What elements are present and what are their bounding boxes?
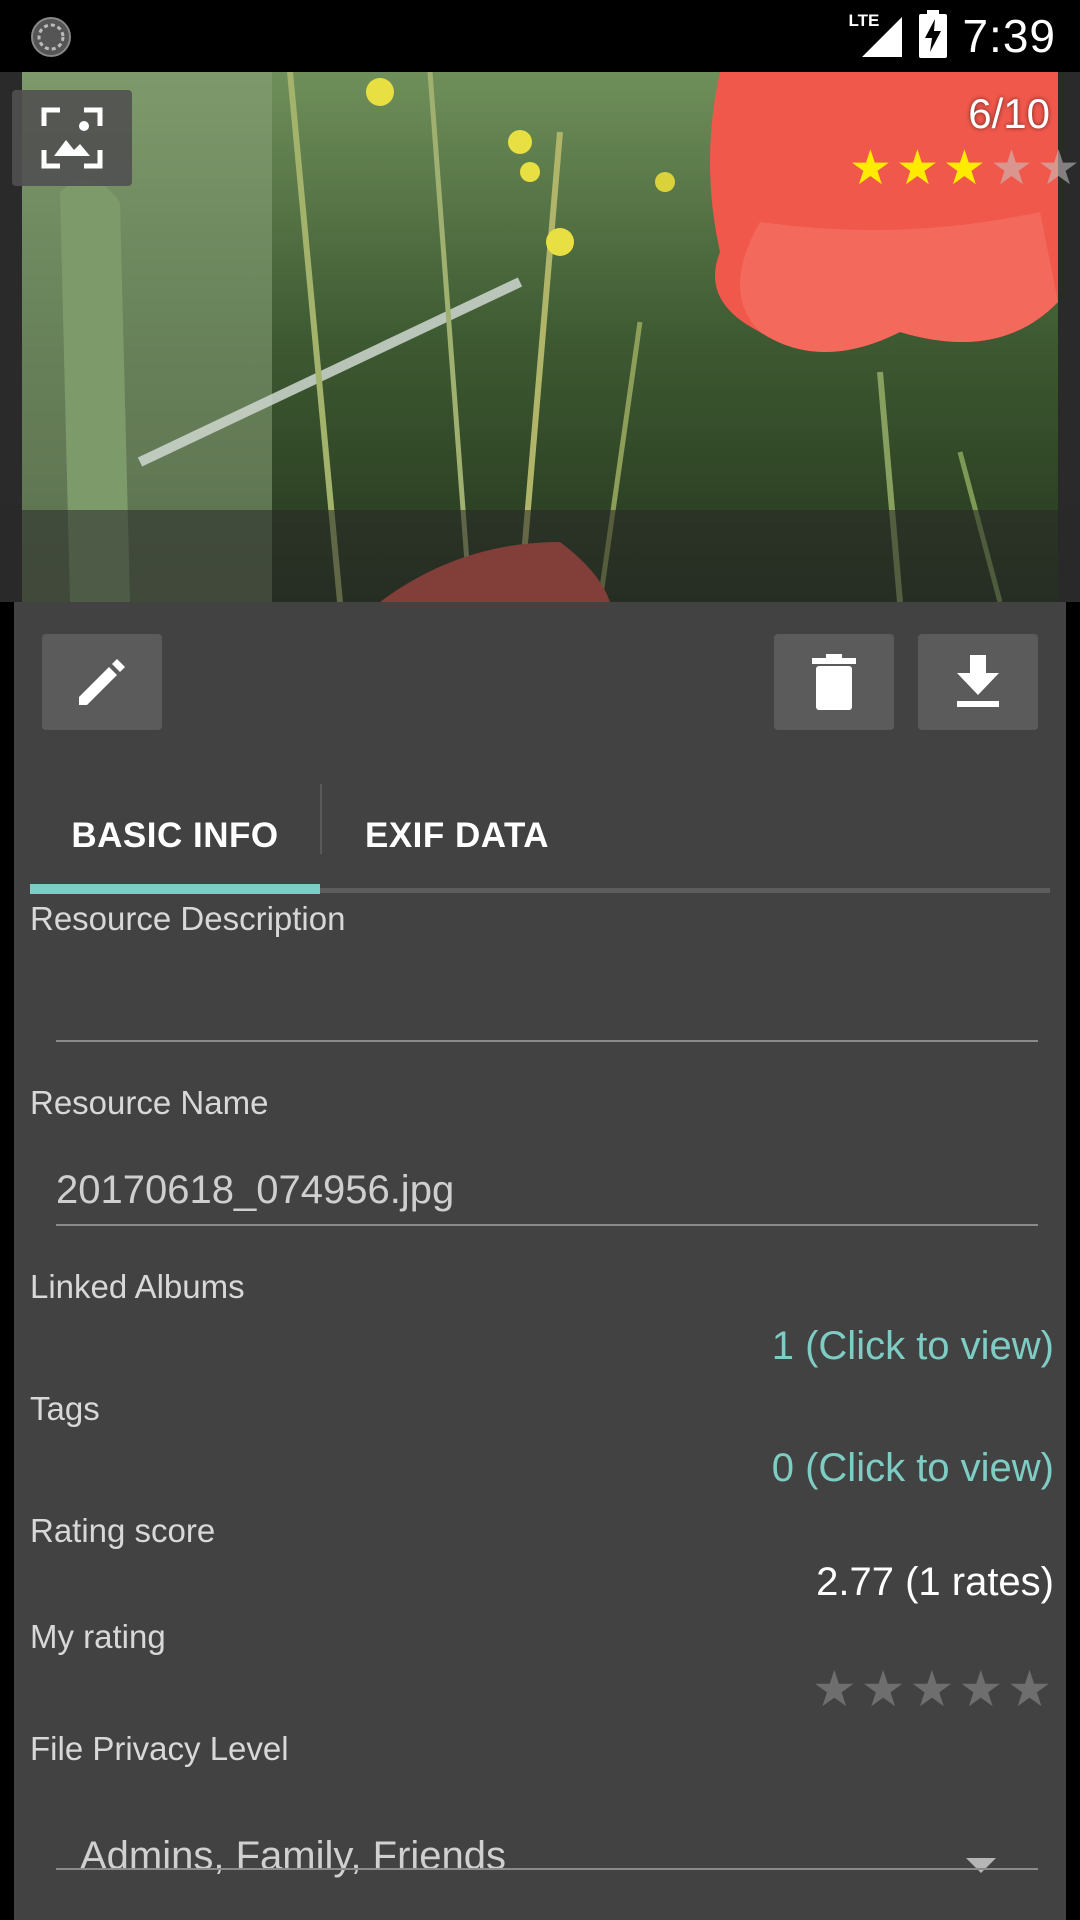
- description-underline: [56, 1040, 1038, 1042]
- star-icon: ★: [895, 139, 939, 196]
- fullscreen-image-icon: [41, 107, 103, 169]
- tab-bar: BASIC INFO EXIF DATA: [30, 784, 1050, 894]
- tab-label: EXIF DATA: [364, 816, 550, 855]
- linked-albums-link[interactable]: 1 (Click to view): [772, 1324, 1054, 1369]
- linked-albums-label: Linked Albums: [30, 1268, 245, 1305]
- star-icon[interactable]: ★: [861, 1662, 906, 1718]
- tab-indicator: [30, 884, 320, 894]
- info-panel: BASIC INFO EXIF DATA Resource Descriptio…: [14, 602, 1066, 1920]
- download-button[interactable]: [918, 634, 1038, 730]
- star-icon: ★: [1036, 139, 1080, 196]
- trash-icon: [812, 654, 856, 710]
- lte-signal-icon: LTE: [848, 11, 904, 61]
- clock: 7:39: [962, 10, 1056, 62]
- star-icon: ★: [942, 139, 986, 196]
- status-bar: LTE 7:39: [0, 0, 1080, 72]
- photo-rating-stars: ★ ★ ★ ★ ★: [849, 142, 1080, 194]
- delete-button[interactable]: [774, 634, 894, 730]
- my-rating-label: My rating: [30, 1618, 166, 1655]
- tab-label: BASIC INFO: [71, 816, 279, 855]
- rating-score-label: Rating score: [30, 1512, 216, 1549]
- pencil-icon: [79, 659, 125, 705]
- star-icon: ★: [989, 139, 1033, 196]
- privacy-label: File Privacy Level: [30, 1730, 289, 1767]
- privacy-underline: [56, 1868, 1038, 1870]
- sync-icon: [30, 16, 72, 62]
- description-label: Resource Description: [30, 900, 346, 937]
- tab-basic-info[interactable]: BASIC INFO: [30, 784, 320, 888]
- star-icon[interactable]: ★: [1007, 1662, 1052, 1718]
- name-underline: [56, 1224, 1038, 1226]
- tab-exif-data[interactable]: EXIF DATA: [322, 784, 592, 888]
- download-icon: [957, 655, 999, 707]
- star-icon[interactable]: ★: [812, 1662, 857, 1718]
- fullscreen-button[interactable]: [12, 90, 132, 186]
- star-icon[interactable]: ★: [910, 1662, 955, 1718]
- name-field[interactable]: 20170618_074956.jpg: [56, 1168, 454, 1213]
- star-icon: ★: [848, 139, 892, 196]
- name-label: Resource Name: [30, 1084, 269, 1121]
- star-icon[interactable]: ★: [958, 1662, 1003, 1718]
- chevron-down-icon[interactable]: [966, 1858, 996, 1873]
- battery-charging-icon: [918, 10, 948, 62]
- tags-link[interactable]: 0 (Click to view): [772, 1446, 1054, 1491]
- tags-label: Tags: [30, 1390, 100, 1427]
- photo-bottom-fade: [0, 510, 1080, 602]
- rating-score-value: 2.77 (1 rates): [816, 1560, 1054, 1604]
- edit-button[interactable]: [42, 634, 162, 730]
- photo-counter: 6/10: [968, 90, 1050, 137]
- privacy-select[interactable]: Admins, Family, Friends: [80, 1834, 506, 1879]
- my-rating-stars[interactable]: ★ ★ ★ ★ ★: [812, 1662, 1052, 1718]
